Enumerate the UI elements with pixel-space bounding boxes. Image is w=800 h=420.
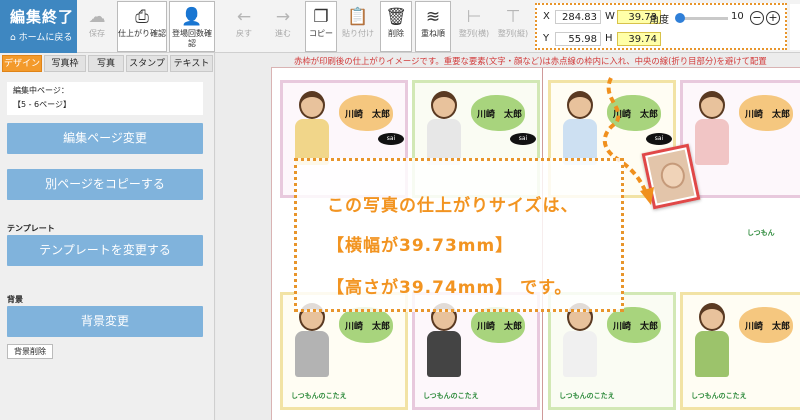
question-tag: しつもんのこたえ <box>291 392 347 400</box>
sidebar-tabs: デザイン 写真枠 写真 スタンプ テキスト <box>0 55 215 72</box>
x-label: X <box>543 11 550 22</box>
angle-value: 10 <box>731 11 744 22</box>
child-photo[interactable] <box>691 91 733 171</box>
undo-button[interactable]: ← 戻す <box>226 1 262 52</box>
callout-line-1: この写真の仕上がりサイズは、 <box>327 196 579 216</box>
align-horizontal-label: 整列(横) <box>458 29 490 38</box>
callout-line-2: 【横幅が39.73mm】 <box>327 236 514 256</box>
copy-button[interactable]: ❐ コピー <box>305 1 337 52</box>
position-size-panel: X 284.83 W 39.73 Y 55.98 H 39.74 角度 10 −… <box>535 3 787 50</box>
align-vertical-icon: ⊤ <box>505 7 521 27</box>
card-name: 川崎 太郎 <box>477 110 523 120</box>
w-label: W <box>605 11 615 22</box>
trash-icon: 🗑 <box>385 7 407 27</box>
h-label: H <box>605 33 613 44</box>
angle-slider-handle[interactable] <box>675 13 685 23</box>
angle-slider-track[interactable] <box>680 17 728 20</box>
card-name: 川崎 太郎 <box>745 110 791 120</box>
layer-order-label: 重ね順 <box>421 29 445 38</box>
zoom-out-icon[interactable]: − <box>750 11 764 25</box>
size-callout: この写真の仕上がりサイズは、 【横幅が39.73mm】 【高さが39.74mm】… <box>294 158 624 312</box>
align-horizontal-icon: ⊢ <box>466 7 482 27</box>
x-input[interactable]: 284.83 <box>555 10 601 24</box>
card-name: 川崎 太郎 <box>345 110 391 120</box>
child-photo[interactable] <box>691 303 733 383</box>
y-label: Y <box>543 33 550 44</box>
child-photo[interactable] <box>559 303 601 383</box>
card-name: 川崎 太郎 <box>477 322 523 332</box>
question-tag: しつもんのこたえ <box>423 392 479 400</box>
appearance-check-button[interactable]: 👤 登場回数確認 <box>169 1 215 52</box>
question-label: しつもん <box>747 229 775 237</box>
home-icon: ⌂ <box>10 33 16 43</box>
arrow-left-icon: ← <box>236 7 252 27</box>
tab-design[interactable]: デザイン <box>2 55 42 72</box>
signature-stamp: sai <box>378 133 404 145</box>
finish-check-button[interactable]: ⎙ 仕上がり確認 <box>117 1 167 52</box>
card-name: 川崎 太郎 <box>613 322 659 332</box>
current-page-value: 【5 - 6ページ】 <box>13 100 71 109</box>
tab-text[interactable]: テキスト <box>170 55 213 72</box>
height-input[interactable]: 39.74 <box>617 32 661 46</box>
top-toolbar: 編集終了 ⌂ ホームに戻る ☁ 保存 ⎙ 仕上がり確認 👤 登場回数確認 ← 戻… <box>0 0 800 53</box>
y-input[interactable]: 55.98 <box>555 32 601 46</box>
align-vertical-button[interactable]: ⊤ 整列(縦) <box>494 1 532 52</box>
paste-label: 貼り付け <box>342 29 374 38</box>
save-button[interactable]: ☁ 保存 <box>80 1 114 52</box>
print-area-warning: 赤枠が印刷後の仕上がりイメージです。重要な要素(文字・顔など)は赤点線の枠内に入… <box>294 56 767 66</box>
tab-photo[interactable]: 写真 <box>88 55 124 72</box>
signature-stamp: sai <box>510 133 536 145</box>
person-icon: 👤 <box>181 7 203 27</box>
child-photo[interactable] <box>423 303 465 383</box>
printer-icon: ⎙ <box>135 7 149 27</box>
profile-card[interactable]: 川崎 太郎 しつもんのこたえ <box>680 292 800 410</box>
copy-label: コピー <box>309 29 333 38</box>
callout-line-3: 【高さが39.74mm】 です。 <box>327 278 573 298</box>
home-link: ⌂ ホームに戻る <box>10 30 72 43</box>
delete-background-button[interactable]: 背景削除 <box>7 344 53 359</box>
background-section-label: 背景 <box>7 295 23 304</box>
question-tag: しつもんのこたえ <box>559 392 615 400</box>
tab-stamp[interactable]: スタンプ <box>126 55 168 72</box>
paste-button[interactable]: 📋 貼り付け <box>340 1 376 52</box>
card-name: 川崎 太郎 <box>745 322 791 332</box>
redo-label: 進む <box>275 29 291 38</box>
appearance-check-label: 登場回数確認 <box>172 29 212 48</box>
home-link-label: ホームに戻る <box>18 33 73 43</box>
change-template-button[interactable]: テンプレートを変更する <box>7 235 203 266</box>
change-edit-page-button[interactable]: 編集ページ変更 <box>7 123 203 154</box>
undo-label: 戻す <box>236 29 252 38</box>
child-photo[interactable] <box>291 303 333 383</box>
copy-other-page-button[interactable]: 別ページをコピーする <box>7 169 203 200</box>
profile-card[interactable]: 川崎 太郎 <box>680 80 800 198</box>
cloud-upload-icon: ☁ <box>88 7 106 27</box>
layers-icon: ≋ <box>425 7 441 27</box>
finish-check-label: 仕上がり確認 <box>118 29 166 38</box>
change-background-button[interactable]: 背景変更 <box>7 306 203 337</box>
question-tag: しつもんのこたえ <box>691 392 747 400</box>
copy-icon: ❐ <box>313 7 329 27</box>
template-section-label: テンプレート <box>7 224 55 233</box>
zoom-in-icon[interactable]: + <box>766 11 780 25</box>
layer-order-button[interactable]: ≋ 重ね順 <box>415 1 451 52</box>
tab-photo-frame[interactable]: 写真枠 <box>44 55 86 72</box>
arrow-right-icon: → <box>275 7 291 27</box>
clipboard-icon: 📋 <box>347 7 369 27</box>
current-page-info: 編集中ページ： 【5 - 6ページ】 <box>7 82 203 115</box>
left-sidebar: デザイン 写真枠 写真 スタンプ テキスト 編集中ページ： 【5 - 6ページ】… <box>0 53 215 420</box>
card-name: 川崎 太郎 <box>345 322 391 332</box>
current-page-label: 編集中ページ： <box>13 86 69 95</box>
align-horizontal-button[interactable]: ⊢ 整列(横) <box>455 1 493 52</box>
redo-button[interactable]: → 進む <box>265 1 301 52</box>
angle-label: 角度 <box>649 15 669 26</box>
finish-editing-title: 編集終了 <box>10 8 75 26</box>
finish-editing-button[interactable]: 編集終了 ⌂ ホームに戻る <box>0 0 77 53</box>
delete-label: 削除 <box>388 29 404 38</box>
save-label: 保存 <box>89 29 105 38</box>
align-vertical-label: 整列(縦) <box>497 29 529 38</box>
delete-button[interactable]: 🗑 削除 <box>380 1 412 52</box>
brand-logo <box>790 4 800 50</box>
